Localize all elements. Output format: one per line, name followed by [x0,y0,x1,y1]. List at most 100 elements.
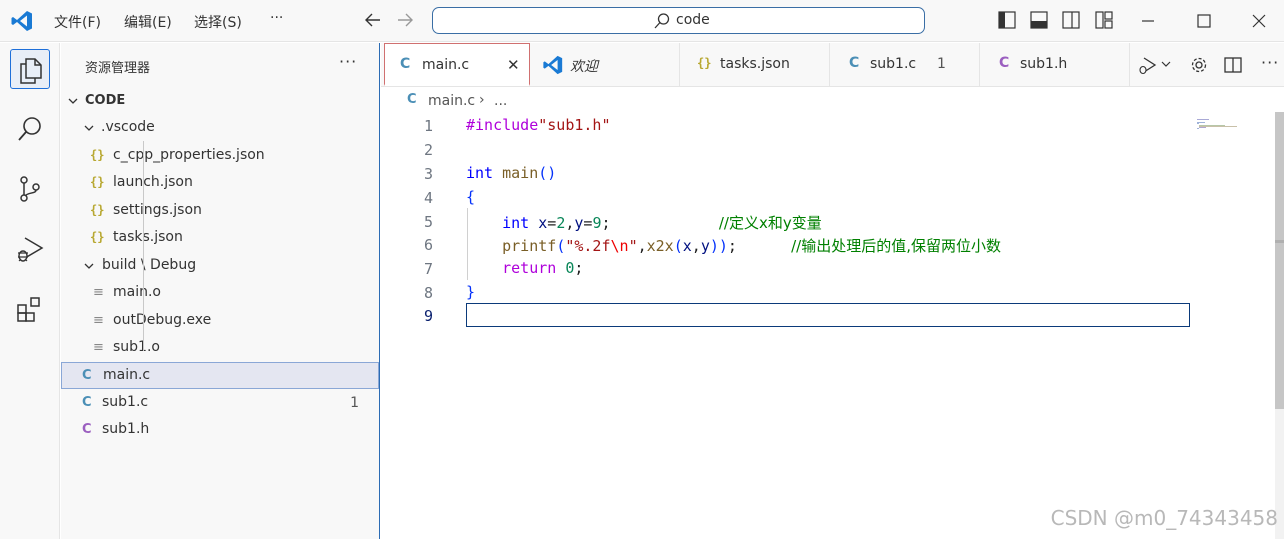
line-number: 8 [423,284,433,302]
tree-item-label: build \ Debug [102,257,197,273]
chevron-down-icon [84,125,94,131]
c-file-icon: C [407,92,417,107]
scrollbar-thumb[interactable] [1275,112,1284,409]
file-lines-icon: ≡ [93,285,104,300]
c-file-icon: C [849,55,860,71]
tab-welcome[interactable]: 欢迎 [530,43,680,87]
tree-root-label: CODE [85,93,126,108]
menu-edit[interactable]: 编辑(E) [124,12,172,32]
scrollbar-marker [1275,240,1284,243]
tree-item-sub1-h[interactable]: C sub1.h [61,417,379,444]
explorer-activity[interactable] [10,49,50,89]
json-braces-icon: {} [90,175,105,189]
watermark: CSDN @m0_74343458 [1050,506,1278,530]
chevron-down-icon[interactable] [1161,59,1171,69]
editor-tabs: C main.c ✕ 欢迎 {} tasks.json C sub1.c 1 C… [381,43,1284,87]
tree-item-label: sub1.c [102,394,149,410]
run-debug-icon[interactable] [1138,55,1158,75]
tab-label: sub1.c [870,56,917,72]
code-line-1: #include"sub1.h" [466,116,611,134]
code-editor[interactable]: 1 2 3 4 5 6 7 8 9 #include"sub1.h" int m… [381,112,1284,539]
line-number: 2 [423,141,433,159]
tree-item-main-c[interactable]: C main.c [61,362,379,389]
c-file-icon: C [82,395,92,410]
tab-sub1-c[interactable]: C sub1.c 1 [830,43,980,87]
line-number: 7 [423,260,433,278]
minimize-icon[interactable] [1138,11,1158,31]
tree-item-tasks-json[interactable]: {} tasks.json [61,225,379,252]
tree-item-label: sub1.h [102,421,150,437]
explorer-sidebar: 资源管理器 ··· CODE .vscode {} c_cpp_properti… [61,43,380,539]
tree-item-settings-json[interactable]: {} settings.json [61,198,379,225]
more-actions-button[interactable]: ··· [1261,53,1279,72]
toggle-primary-sidebar-icon[interactable] [998,11,1016,29]
code-comment: //定义x和y变量 [718,214,822,232]
line-number: 6 [423,236,433,254]
code-line-3: int main() [466,164,557,182]
breadcrumb: C main.c › ... [381,88,1284,112]
maximize-icon[interactable] [1194,11,1214,31]
chevron-down-icon [84,263,94,269]
tree-item-launch-json[interactable]: {} launch.json [61,170,379,197]
menu-selection[interactable]: 选择(S) [194,12,242,32]
tree-item-vscode[interactable]: .vscode [61,115,379,142]
minimap[interactable] [1195,118,1245,138]
vscode-logo-icon [11,11,32,31]
extensions-activity[interactable] [10,289,50,329]
tab-tasks-json[interactable]: {} tasks.json [680,43,830,87]
search-activity[interactable] [10,109,50,149]
tree-item-label: main.o [113,284,161,300]
tree-root[interactable]: CODE [61,88,379,115]
line-number: 1 [423,117,433,135]
gear-icon[interactable] [1189,55,1209,75]
tree-item-label: .vscode [101,119,155,135]
breadcrumb-file[interactable]: main.c [428,93,475,109]
tree-item-label: main.c [103,367,151,383]
search-icon [654,13,670,29]
tree-item-label: sub1.o [113,339,160,355]
line-number: 4 [423,189,433,207]
toggle-secondary-sidebar-icon[interactable] [1062,11,1080,29]
close-window-icon[interactable] [1249,11,1269,31]
file-lines-icon: ≡ [93,340,104,355]
tab-label: 欢迎 [570,59,598,75]
breadcrumb-symbols[interactable]: ... [494,93,507,109]
tree-item-label: outDebug.exe [113,312,212,328]
source-control-icon [20,176,40,202]
customize-layout-icon[interactable] [1095,11,1113,29]
menu-file[interactable]: 文件(F) [54,12,101,32]
tab-main-c[interactable]: C main.c ✕ [384,43,530,86]
code-line-5: int x=2,y=9; //定义x和y变量 [502,214,822,232]
run-debug-activity[interactable] [10,229,50,269]
tree-item-main-o[interactable]: ≡ main.o [61,280,379,307]
forward-arrow-icon[interactable] [394,9,416,31]
back-arrow-icon[interactable] [362,9,384,31]
explorer-more-button[interactable]: ··· [339,52,357,71]
json-braces-icon: {} [90,203,105,217]
h-file-icon: C [999,55,1010,71]
tab-sub1-h[interactable]: C sub1.h [980,43,1130,87]
menu-more[interactable]: ··· [270,10,283,26]
tab-label: main.c [422,57,470,73]
source-control-activity[interactable] [10,169,50,209]
tree-item-label: launch.json [113,174,193,190]
tree-item-c-cpp-properties[interactable]: {} c_cpp_properties.json [61,143,379,170]
toggle-panel-icon[interactable] [1030,11,1048,29]
close-icon[interactable]: ✕ [507,56,520,74]
problem-count-badge: 1 [937,56,946,72]
activity-bar [0,43,60,539]
search-text: code [676,12,710,28]
tree-item-sub1-o[interactable]: ≡ sub1.o [61,335,379,362]
tree-item-build-debug[interactable]: build \ Debug [61,253,379,280]
line-number: 9 [423,307,433,325]
tree-item-outdebug-exe[interactable]: ≡ outDebug.exe [61,308,379,335]
extensions-icon [17,297,40,322]
json-braces-icon: {} [90,148,105,162]
command-center-search[interactable]: code [432,7,925,34]
tree-item-sub1-c[interactable]: C sub1.c 1 [61,390,379,417]
h-file-icon: C [82,422,92,437]
c-file-icon: C [82,368,92,383]
split-editor-icon[interactable] [1223,55,1243,75]
tree-item-label: c_cpp_properties.json [113,147,265,163]
json-braces-icon: {} [697,56,712,70]
